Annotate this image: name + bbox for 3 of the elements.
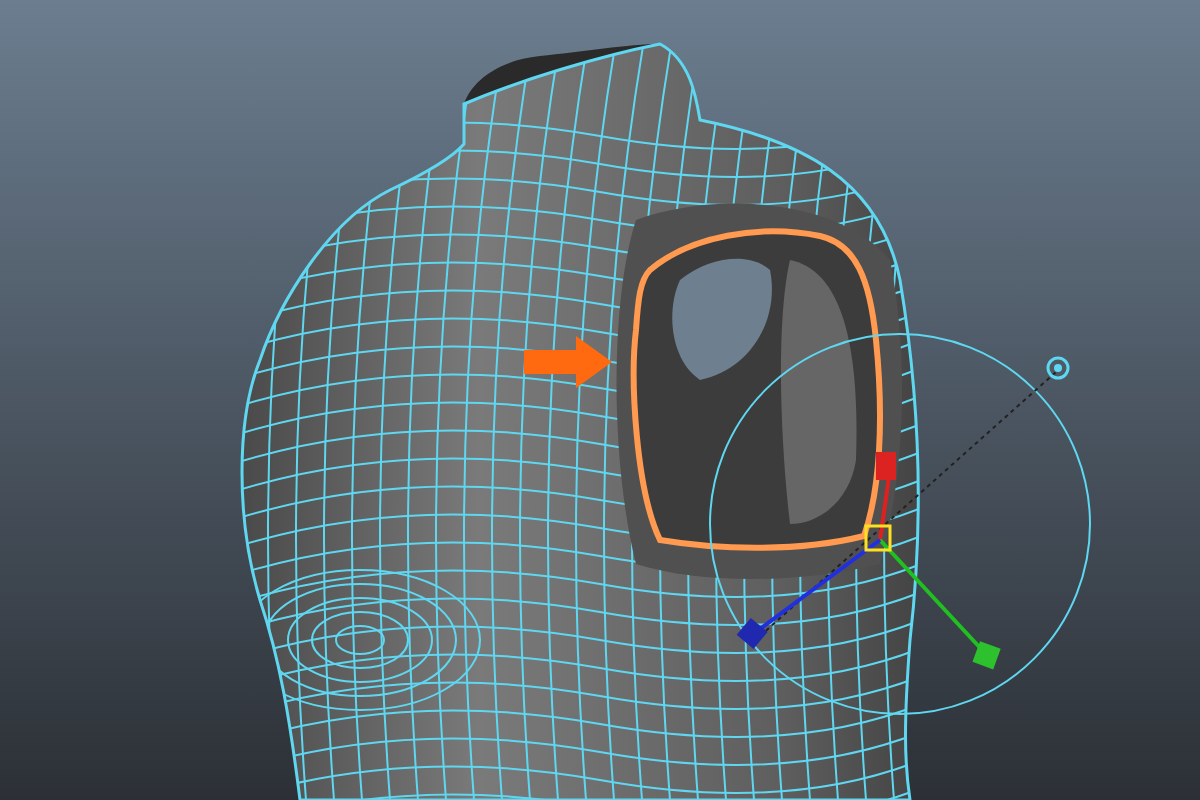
manipulator-drawing[interactable]: [709, 333, 1091, 715]
arrow-icon: [524, 336, 612, 388]
edge-loop[interactable]: [630, 228, 883, 551]
